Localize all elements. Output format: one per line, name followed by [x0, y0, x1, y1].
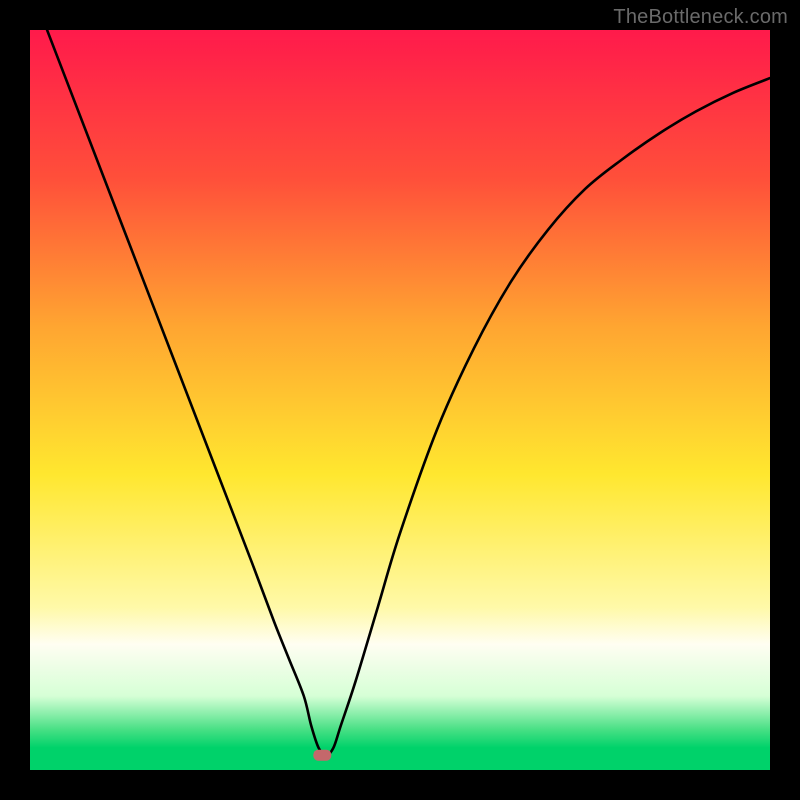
watermark-text: TheBottleneck.com	[613, 6, 788, 29]
plot-area	[30, 30, 770, 770]
chart-frame: TheBottleneck.com	[0, 0, 800, 800]
bottleneck-chart	[30, 30, 770, 770]
gradient-background	[30, 30, 770, 770]
optimal-marker	[313, 750, 331, 761]
